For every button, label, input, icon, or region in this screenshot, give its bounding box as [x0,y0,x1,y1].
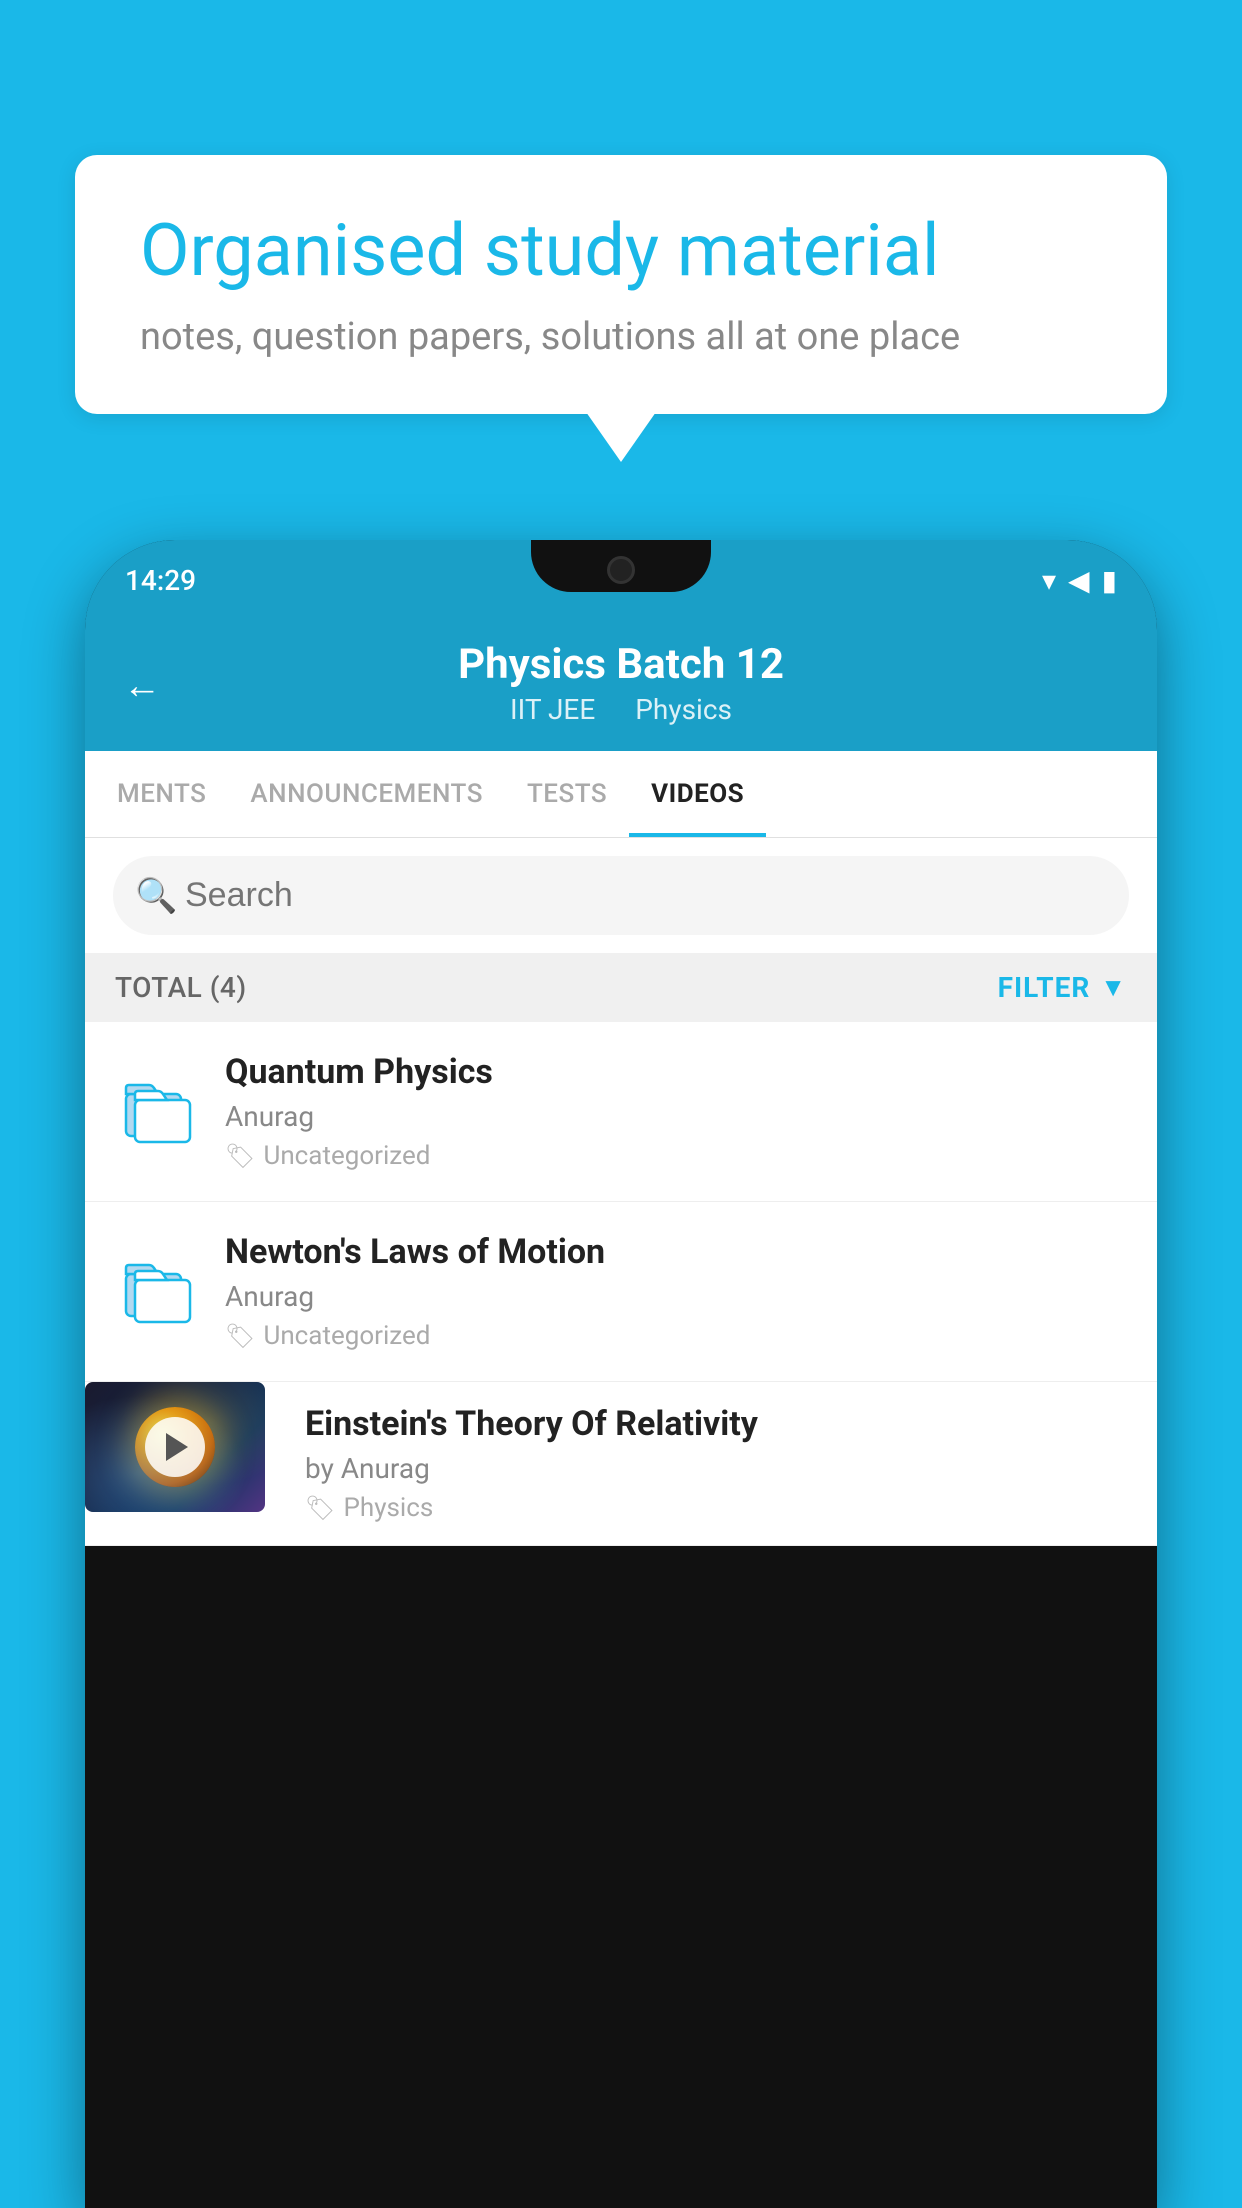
video-title: Quantum Physics [225,1052,1129,1092]
camera-dot [607,556,635,584]
filter-funnel-icon: ▼ [1100,972,1127,1003]
tag-icon: 🏷 [225,1322,255,1350]
tag-label: Uncategorized [263,1321,430,1351]
status-time: 14:29 [125,564,196,597]
video-info: Newton's Laws of Motion Anurag 🏷 Uncateg… [225,1232,1129,1351]
video-author: Anurag [225,1280,1129,1313]
filter-label: FILTER [998,971,1091,1004]
folder-icon [113,1067,203,1157]
filter-button[interactable]: FILTER ▼ [998,971,1127,1004]
video-info: Quantum Physics Anurag 🏷 Uncategorized [225,1052,1129,1171]
app-header: ← Physics Batch 12 IIT JEE Physics [85,620,1157,751]
video-author: Anurag [225,1100,1129,1133]
app-header-title: Physics Batch 12 [125,640,1117,689]
speech-bubble-section: Organised study material notes, question… [75,155,1167,414]
total-label: TOTAL (4) [115,971,247,1004]
tag-icon: 🏷 [225,1142,255,1170]
video-tag: 🏷 Uncategorized [225,1321,1129,1351]
video-list: Quantum Physics Anurag 🏷 Uncategorized [85,1022,1157,1546]
speech-bubble-card: Organised study material notes, question… [75,155,1167,414]
phone-notch [531,540,711,592]
search-wrapper: 🔍 [113,856,1129,935]
list-item[interactable]: Einstein's Theory Of Relativity by Anura… [85,1382,1157,1546]
search-container: 🔍 [85,838,1157,953]
video-info: Einstein's Theory Of Relativity by Anura… [287,1382,1129,1545]
list-item[interactable]: Newton's Laws of Motion Anurag 🏷 Uncateg… [85,1202,1157,1382]
thumbnail-bg [85,1382,265,1512]
tag-label: Physics [343,1493,433,1523]
signal-icon: ◀ [1068,564,1090,597]
app-header-subtitle: IIT JEE Physics [125,693,1117,726]
search-input[interactable] [113,856,1129,935]
play-triangle-icon [166,1433,188,1461]
tabs-bar: MENTS ANNOUNCEMENTS TESTS VIDEOS [85,751,1157,838]
wifi-icon: ▾ [1042,564,1056,597]
tag-icon: 🏷 [305,1494,335,1522]
search-icon: 🔍 [135,876,177,916]
video-tag: 🏷 Uncategorized [225,1141,1129,1171]
tab-ments[interactable]: MENTS [95,751,228,837]
tab-announcements[interactable]: ANNOUNCEMENTS [228,751,505,837]
subtitle-physics: Physics [635,693,732,726]
video-thumbnail [85,1382,265,1512]
phone-frame: 14:29 ▾ ◀ ▮ ← Physics Batch 12 IIT JEE P… [85,540,1157,2208]
folder-icon [113,1247,203,1337]
video-title: Einstein's Theory Of Relativity [305,1404,1111,1444]
video-tag: 🏷 Physics [305,1493,1111,1523]
speech-bubble-subtitle: notes, question papers, solutions all at… [140,315,1102,359]
tab-tests[interactable]: TESTS [505,751,629,837]
play-button-overlay[interactable] [145,1417,205,1477]
battery-icon: ▮ [1102,564,1117,597]
status-icons: ▾ ◀ ▮ [1042,564,1117,597]
back-button[interactable]: ← [123,664,161,708]
video-author: by Anurag [305,1452,1111,1485]
tag-label: Uncategorized [263,1141,430,1171]
video-title: Newton's Laws of Motion [225,1232,1129,1272]
filter-row: TOTAL (4) FILTER ▼ [85,953,1157,1022]
list-item[interactable]: Quantum Physics Anurag 🏷 Uncategorized [85,1022,1157,1202]
subtitle-iitjee: IIT JEE [510,693,595,726]
status-bar: 14:29 ▾ ◀ ▮ [85,540,1157,620]
tab-videos[interactable]: VIDEOS [629,751,766,837]
speech-bubble-title: Organised study material [140,210,1102,293]
